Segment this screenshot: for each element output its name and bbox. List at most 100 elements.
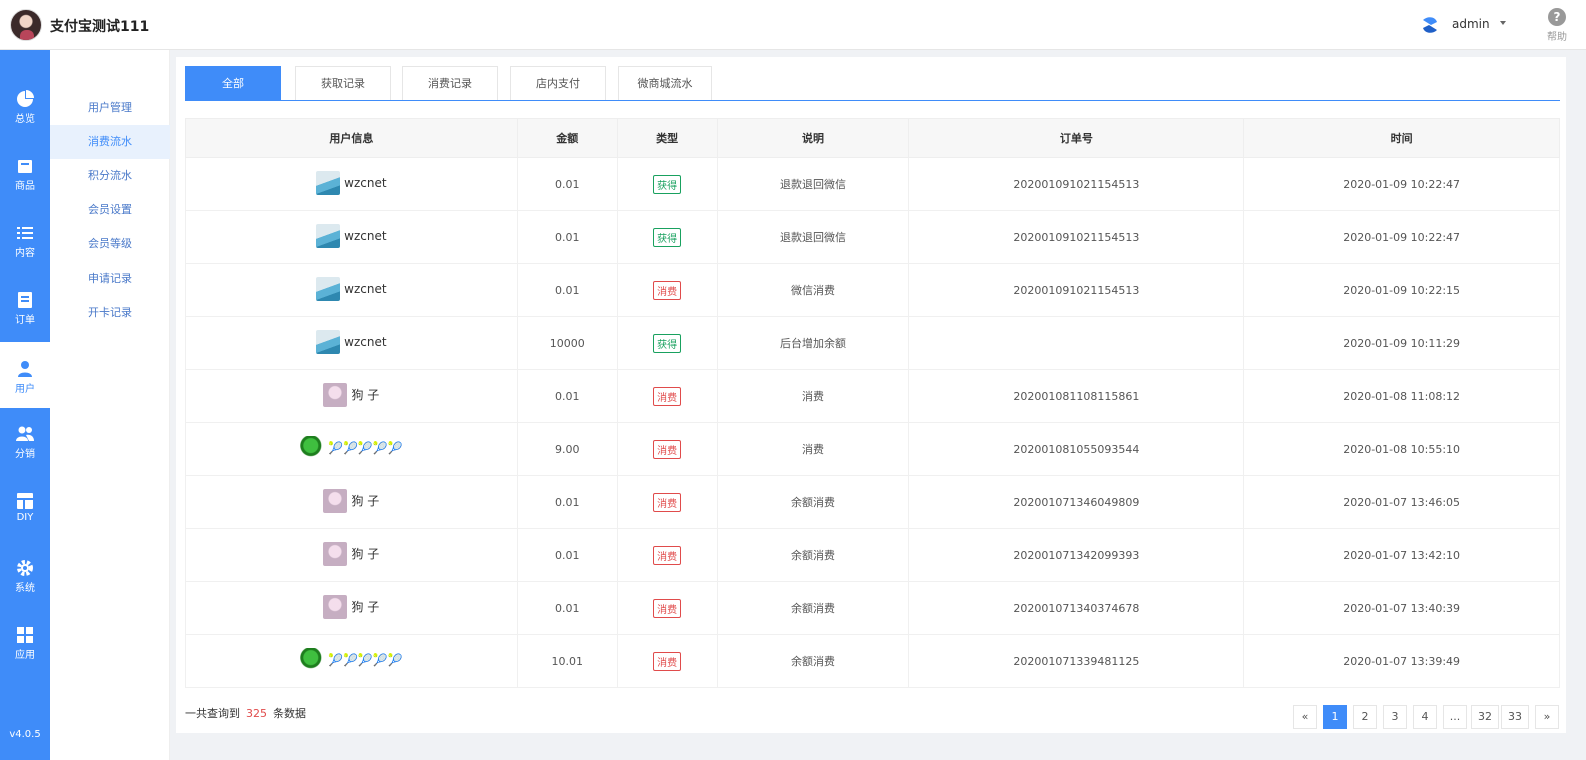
page-next-button[interactable]: » [1535,705,1559,729]
nav-item-overview[interactable]: 总览 [0,72,50,138]
time-cell: 2020-01-07 13:40:39 [1243,581,1560,635]
user-name: 狗 子 [351,547,380,561]
time-cell: 2020-01-09 10:22:47 [1243,210,1560,264]
records-table: 用户信息 金额 类型 说明 订单号 时间 wzcnet 0.01 获得 退款退回… [185,118,1560,688]
help-label: 帮助 [1547,32,1567,43]
nav-item-apps[interactable]: 应用 [0,608,50,674]
type-badge: 获得 [653,174,682,194]
shop-icon [18,160,32,173]
user-name: wzcnet [344,281,387,296]
total-prefix: 一共查询到 [185,707,240,720]
avatar [323,488,348,513]
type-badge: 消费 [653,386,682,406]
order-cell: 202001071346049809 [908,475,1245,529]
order-icon [18,292,32,308]
desc-cell: 退款退回微信 [716,157,910,211]
time-cell: 2020-01-09 10:11:29 [1243,316,1560,370]
admin-menu[interactable]: admin [1452,17,1490,31]
page-button-1[interactable]: 1 [1323,705,1347,729]
nav-item-system[interactable]: 系统 [0,541,50,607]
desc-cell: 余额消费 [716,475,910,529]
subnav-item-card-records[interactable]: 开卡记录 [50,296,170,330]
type-badge: 消费 [653,439,682,459]
subnav-item-points-flow[interactable]: 积分流水 [50,159,170,193]
desc-cell: 消费 [716,369,910,423]
amount-cell: 9.00 [516,422,618,476]
desc-cell: 余额消费 [716,528,910,582]
user-name: 🎾🎾🎾🎾🎾 [328,652,403,667]
admin-logo-icon [1423,17,1437,33]
avatar [323,594,348,619]
tab-consume-records[interactable]: 消费记录 [402,66,498,100]
user-name: 狗 子 [351,388,380,402]
gear-icon [17,560,33,576]
type-badge: 消费 [653,492,682,512]
subnav-item-applications[interactable]: 申请记录 [50,262,170,296]
nav-item-distribution[interactable]: 分销 [0,407,50,473]
amount-cell: 0.01 [516,263,618,317]
nav-label: 用户 [15,384,35,395]
nav-label: 总览 [15,114,35,125]
amount-cell: 0.01 [516,369,618,423]
subnav-item-member-levels[interactable]: 会员等级 [50,227,170,261]
type-badge: 消费 [653,280,682,300]
subnav-item-user-manage[interactable]: 用户管理 [50,91,170,125]
user-name: wzcnet [344,334,387,349]
order-cell [908,316,1245,370]
table-row: 🎾🎾🎾🎾🎾 10.01 消费 余额消费 202001071339481125 2… [185,634,1560,688]
page-button-32[interactable]: 32 [1471,705,1499,729]
user-name: 🎾🎾🎾🎾🎾 [328,440,403,455]
subnav-item-member-settings[interactable]: 会员设置 [50,193,170,227]
page-button-33[interactable]: 33 [1501,705,1529,729]
nav-label: 分销 [15,449,35,460]
help-button[interactable]: ? 帮助 [1540,8,1574,44]
order-cell: 202001081108115861 [908,369,1245,423]
table-header-row: 用户信息 金额 类型 说明 订单号 时间 [185,118,1560,158]
type-badge: 获得 [653,333,682,353]
tab-mall-flow[interactable]: 微商城流水 [618,66,712,100]
time-cell: 2020-01-08 11:08:12 [1243,369,1560,423]
col-header-user: 用户信息 [185,118,518,158]
nav-label: 商品 [15,181,35,192]
table-row: 狗 子 0.01 消费 余额消费 202001071346049809 2020… [185,475,1560,529]
avatar [300,647,325,672]
desc-cell: 微信消费 [716,263,910,317]
apps-icon [17,627,33,643]
list-icon [17,227,33,239]
amount-cell: 0.01 [516,581,618,635]
nav-item-users[interactable]: 用户 [0,342,50,408]
tab-earn-records[interactable]: 获取记录 [295,66,391,100]
subnav-item-consume-flow[interactable]: 消费流水 [50,125,170,159]
order-cell: 202001091021154513 [908,263,1245,317]
user-name: 狗 子 [351,600,380,614]
nav-label: 订单 [15,315,35,326]
layout-icon [17,493,33,509]
type-badge: 获得 [653,227,682,247]
nav-item-diy[interactable]: DIY [0,474,50,540]
col-header-desc: 说明 [716,118,910,158]
table-row: wzcnet 0.01 获得 退款退回微信 202001091021154513… [185,210,1560,264]
store-title: 支付宝测试111 [50,19,150,35]
time-cell: 2020-01-07 13:42:10 [1243,528,1560,582]
nav-item-content[interactable]: 内容 [0,206,50,272]
tab-bar: 全部 获取记录 消费记录 店内支付 微商城流水 [185,66,1560,101]
top-bar: 支付宝测试111 admin ? 帮助 [0,0,1586,50]
avatar [323,382,348,407]
time-cell: 2020-01-08 10:55:10 [1243,422,1560,476]
desc-cell: 余额消费 [716,634,910,688]
table-row: 狗 子 0.01 消费 消费 202001081108115861 2020-0… [185,369,1560,423]
page-prev-button[interactable]: « [1293,705,1317,729]
nav-item-orders[interactable]: 订单 [0,273,50,339]
page-button-3[interactable]: 3 [1383,705,1407,729]
col-header-amount: 金额 [516,118,618,158]
tab-all[interactable]: 全部 [185,66,281,100]
page-button-4[interactable]: 4 [1413,705,1437,729]
tab-in-store-pay[interactable]: 店内支付 [510,66,606,100]
nav-item-products[interactable]: 商品 [0,139,50,205]
desc-cell: 后台增加余额 [716,316,910,370]
page-button-2[interactable]: 2 [1353,705,1377,729]
chevron-down-icon[interactable] [1500,21,1506,25]
user-name: 狗 子 [351,494,380,508]
avatar [316,223,341,248]
avatar [316,276,341,301]
